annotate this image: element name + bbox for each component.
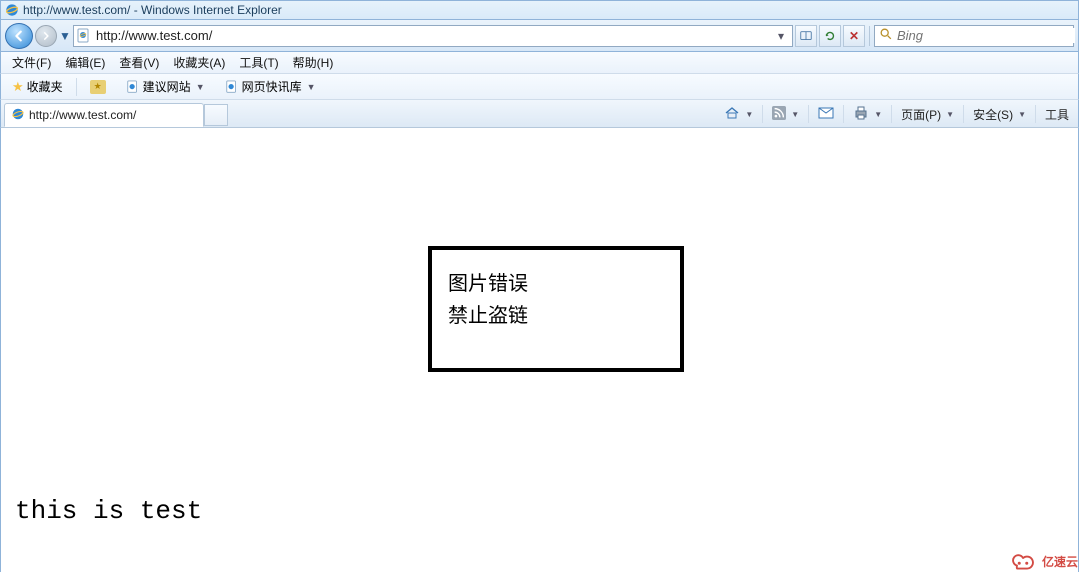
favorites-button[interactable]: ★ 收藏夹 xyxy=(5,75,70,98)
window-titlebar: http://www.test.com/ - Windows Internet … xyxy=(0,0,1079,20)
page-menu-label: 页面(P) xyxy=(901,106,941,123)
chevron-down-icon: ▼ xyxy=(196,82,205,92)
separator xyxy=(76,78,77,96)
favorites-bar: ★ 收藏夹 ★ 建议网站 ▼ 网页快讯库 ▼ xyxy=(0,74,1079,100)
new-tab-button[interactable] xyxy=(204,104,228,126)
error-text-line2: 禁止盗链 xyxy=(448,300,664,332)
blocked-image-placeholder: 图片错误 禁止盗链 xyxy=(428,246,684,372)
window-title: http://www.test.com/ - Windows Internet … xyxy=(23,3,282,17)
chevron-down-icon: ▼ xyxy=(791,110,799,119)
separator xyxy=(1035,105,1036,123)
command-bar: ▼ ▼ ▼ 页面(P) ▼ 安全(S) ▼ 工具 xyxy=(719,103,1078,127)
tab-active[interactable]: http://www.test.com/ xyxy=(4,103,204,127)
page-icon xyxy=(126,80,140,94)
page-icon xyxy=(76,28,92,44)
home-icon xyxy=(724,105,740,124)
close-icon: ✕ xyxy=(849,29,859,43)
refresh-button[interactable] xyxy=(819,25,841,47)
separator xyxy=(963,105,964,123)
nav-row: ▼ ▾ ✕ xyxy=(0,20,1079,52)
page-body-text: this is test xyxy=(15,496,202,526)
tab-row: http://www.test.com/ ▼ ▼ ▼ 页面(P) ▼ 安全(S) xyxy=(0,100,1079,128)
printer-icon xyxy=(853,105,869,124)
rss-icon xyxy=(772,106,786,123)
recent-pages-dropdown[interactable]: ▼ xyxy=(59,29,71,43)
tools-menu-label: 工具 xyxy=(1045,106,1069,123)
home-button[interactable]: ▼ xyxy=(719,103,758,125)
compat-view-button[interactable] xyxy=(795,25,817,47)
address-input[interactable] xyxy=(96,28,772,43)
watermark-logo-icon xyxy=(1008,550,1038,572)
safety-menu-button[interactable]: 安全(S) ▼ xyxy=(968,103,1031,125)
chevron-down-icon: ▼ xyxy=(1018,110,1026,119)
separator xyxy=(869,26,870,46)
safety-menu-label: 安全(S) xyxy=(973,106,1013,123)
page-icon xyxy=(225,80,239,94)
menu-bar: 文件(F) 编辑(E) 查看(V) 收藏夹(A) 工具(T) 帮助(H) xyxy=(0,52,1079,74)
web-slice-gallery-label: 网页快讯库 xyxy=(242,78,302,95)
tools-menu-button[interactable]: 工具 xyxy=(1040,103,1074,125)
separator xyxy=(891,105,892,123)
ie-icon xyxy=(11,107,25,124)
add-to-favorites-bar-button[interactable]: ★ xyxy=(83,77,113,97)
separator xyxy=(762,105,763,123)
separator xyxy=(843,105,844,123)
chevron-down-icon: ▼ xyxy=(874,110,882,119)
menu-edit[interactable]: 编辑(E) xyxy=(58,52,112,73)
page-content: 图片错误 禁止盗链 this is test 亿速云 xyxy=(0,128,1079,572)
error-text-line1: 图片错误 xyxy=(448,268,664,300)
ie-icon xyxy=(5,3,19,17)
chevron-down-icon: ▼ xyxy=(745,110,753,119)
star-icon: ★ xyxy=(12,79,24,95)
address-dropdown[interactable]: ▾ xyxy=(772,29,790,43)
menu-favorites[interactable]: 收藏夹(A) xyxy=(166,52,232,73)
chevron-down-icon: ▼ xyxy=(946,110,954,119)
star-strip-icon: ★ xyxy=(90,80,106,94)
search-input[interactable] xyxy=(897,28,1075,43)
forward-button[interactable] xyxy=(35,25,57,47)
page-menu-button[interactable]: 页面(P) ▼ xyxy=(896,103,959,125)
address-bar[interactable]: ▾ xyxy=(73,25,793,47)
watermark-text: 亿速云 xyxy=(1042,553,1078,570)
mail-icon xyxy=(818,106,834,123)
menu-file[interactable]: 文件(F) xyxy=(5,52,58,73)
menu-tools[interactable]: 工具(T) xyxy=(232,52,285,73)
suggested-sites-label: 建议网站 xyxy=(143,78,191,95)
menu-help[interactable]: 帮助(H) xyxy=(286,52,341,73)
print-button[interactable]: ▼ xyxy=(848,103,887,125)
menu-view[interactable]: 查看(V) xyxy=(112,52,166,73)
search-icon xyxy=(879,27,893,44)
stop-button[interactable]: ✕ xyxy=(843,25,865,47)
separator xyxy=(808,105,809,123)
web-slice-gallery-link[interactable]: 网页快讯库 ▼ xyxy=(218,75,323,98)
feeds-button[interactable]: ▼ xyxy=(767,103,804,125)
chevron-down-icon: ▼ xyxy=(307,82,316,92)
read-mail-button[interactable] xyxy=(813,103,839,125)
suggested-sites-link[interactable]: 建议网站 ▼ xyxy=(119,75,212,98)
watermark: 亿速云 xyxy=(1008,550,1078,572)
back-button[interactable] xyxy=(5,23,33,49)
favorites-label: 收藏夹 xyxy=(27,78,63,95)
tab-title: http://www.test.com/ xyxy=(29,108,136,122)
search-box[interactable] xyxy=(874,25,1074,47)
